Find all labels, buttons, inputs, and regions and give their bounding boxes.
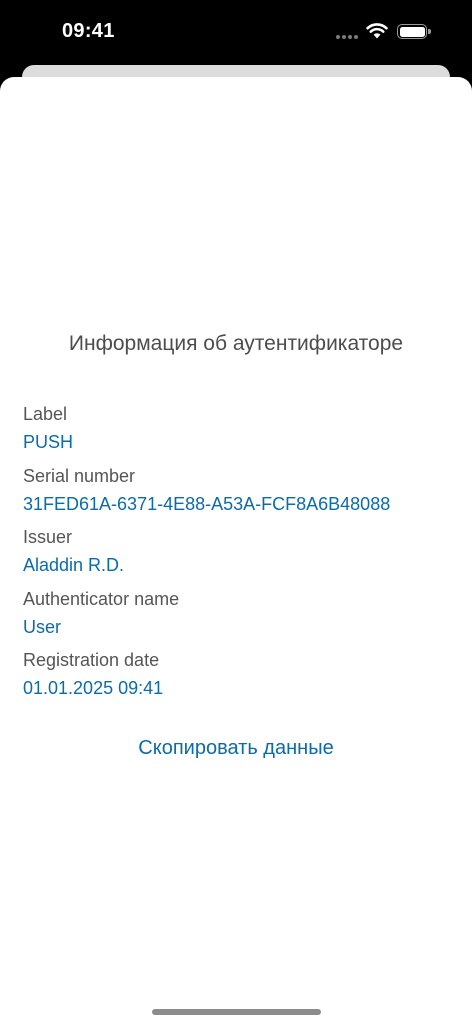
copy-data-button[interactable]: Скопировать данные — [0, 737, 472, 760]
field-value: 31FED61A-6371-4E88-A53A-FCF8A6B48088 — [23, 493, 391, 514]
status-bar: 09:41 — [0, 0, 472, 62]
field-label: Authenticator name — [23, 588, 180, 609]
info-item-serial-number: Serial number 31FED61A-6371-4E88-A53A-FC… — [23, 464, 453, 526]
field-value: User — [23, 616, 62, 637]
info-item-authenticator-name: Authenticator name User — [23, 587, 453, 649]
info-item-registration-date: Registration date 01.01.2025 09:41 — [23, 648, 453, 710]
field-value: 01.01.2025 09:41 — [23, 678, 164, 698]
wifi-icon — [366, 23, 388, 39]
field-label: Label — [23, 404, 68, 424]
sheet-title: Информация об аутентификаторе — [68, 332, 404, 355]
home-indicator[interactable] — [152, 1009, 321, 1015]
field-value: Aladdin R.D. — [23, 555, 125, 575]
field-label: Issuer — [23, 527, 73, 547]
info-list: Label PUSH Serial number 31FED61A-6371-4… — [23, 402, 453, 710]
battery-icon — [397, 24, 432, 40]
field-label: Registration date — [23, 650, 160, 670]
field-label: Serial number — [23, 465, 136, 486]
authenticator-info-sheet: Информация об аутентификаторе Label PUSH… — [0, 77, 472, 1024]
info-item-issuer: Issuer Aladdin R.D. — [23, 525, 453, 587]
status-time: 09:41 — [62, 20, 115, 42]
signal-icon — [336, 35, 358, 39]
screen: 09:41 Информация об аутентификаторе Labe… — [0, 0, 472, 1024]
info-item-label: Label PUSH — [23, 402, 453, 464]
field-value: PUSH — [23, 432, 74, 452]
